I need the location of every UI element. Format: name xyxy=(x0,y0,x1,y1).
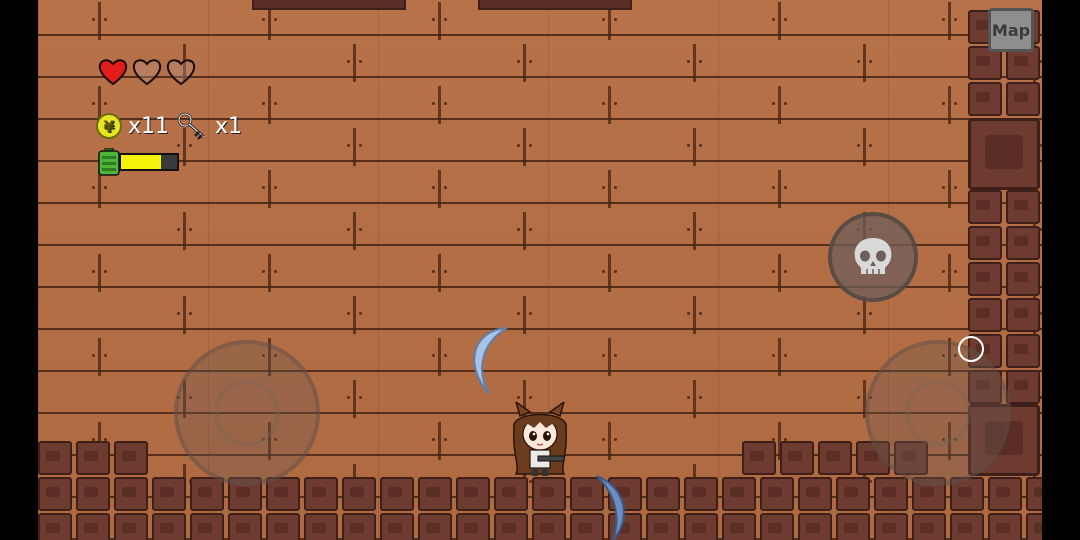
brick-tile xyxy=(1006,226,1040,260)
brick-tile xyxy=(798,477,832,511)
brick-tile xyxy=(742,441,776,475)
brick-tile xyxy=(304,477,338,511)
brick-tile xyxy=(968,190,1002,224)
brick-tile xyxy=(836,513,870,540)
heart-full-icon xyxy=(98,59,128,86)
brick-tile xyxy=(342,477,376,511)
brick-tile xyxy=(722,477,756,511)
move-joystick-knob[interactable] xyxy=(214,380,280,446)
brick-tile xyxy=(342,513,376,540)
brick-tile xyxy=(190,513,224,540)
brick-tile xyxy=(114,513,148,540)
brick-tile xyxy=(1006,370,1040,404)
brick-tile xyxy=(684,477,718,511)
brick-tile xyxy=(190,477,224,511)
top-wall-segment xyxy=(478,0,632,10)
brick-tile xyxy=(1026,513,1042,540)
brick-tile xyxy=(38,513,72,540)
key-count: x1 xyxy=(215,113,243,139)
brick-tile xyxy=(1006,298,1040,332)
top-wall-segment xyxy=(252,0,406,10)
blade-projectile xyxy=(473,327,508,395)
heart-empty-icon xyxy=(132,59,162,86)
brick-tile xyxy=(152,477,186,511)
brick-tile xyxy=(76,477,110,511)
brick-tile xyxy=(266,513,300,540)
brick-tile xyxy=(456,477,490,511)
move-joystick[interactable] xyxy=(174,340,320,486)
coin-count: x11 xyxy=(128,113,170,139)
brick-tile xyxy=(76,513,110,540)
energy-bar-fill xyxy=(121,155,162,169)
brick-tile xyxy=(760,477,794,511)
brick-tile xyxy=(456,513,490,540)
brick-tile xyxy=(266,477,300,511)
brick-tile xyxy=(1006,82,1040,116)
brick-tile xyxy=(114,477,148,511)
brick-tile xyxy=(968,262,1002,296)
brick-tile xyxy=(780,441,814,475)
brick-tile xyxy=(1006,190,1040,224)
heart-empty-icon xyxy=(166,59,196,86)
brick-tile xyxy=(418,513,452,540)
brick-tile xyxy=(418,477,452,511)
brick-tile xyxy=(1006,334,1040,368)
brick-tile xyxy=(1006,262,1040,296)
brick-tile xyxy=(380,477,414,511)
brick-tile xyxy=(532,477,566,511)
brick-tile xyxy=(988,477,1022,511)
brick-tile xyxy=(912,513,946,540)
skill-button[interactable] xyxy=(828,212,918,302)
touch-cursor xyxy=(958,336,984,362)
health-hearts xyxy=(98,58,196,86)
brick-tile xyxy=(950,513,984,540)
brick-tile xyxy=(874,477,908,511)
brick-tile xyxy=(836,477,870,511)
brick-tile xyxy=(760,513,794,540)
battery-icon xyxy=(98,148,120,176)
brick-tile xyxy=(968,226,1002,260)
brick-tile xyxy=(152,513,186,540)
blade-projectile xyxy=(596,475,625,540)
brick-tile xyxy=(684,513,718,540)
brick-tile xyxy=(494,513,528,540)
brick-tile xyxy=(646,477,680,511)
brick-tile xyxy=(114,441,148,475)
brick-tile xyxy=(38,477,72,511)
brick-tile xyxy=(494,477,528,511)
energy-bar xyxy=(119,153,179,171)
brick-tile xyxy=(988,513,1022,540)
brick-tile xyxy=(1026,477,1042,511)
brick-tile xyxy=(380,513,414,540)
brick-tile xyxy=(38,441,72,475)
brick-tile xyxy=(76,441,110,475)
map-button[interactable]: Map xyxy=(988,8,1034,52)
wall-block xyxy=(968,118,1040,190)
key-icon xyxy=(177,112,205,140)
brick-tile xyxy=(304,513,338,540)
brick-tile xyxy=(646,513,680,540)
brick-tile xyxy=(798,513,832,540)
brick-tile xyxy=(532,513,566,540)
brick-tile xyxy=(968,82,1002,116)
brick-tile xyxy=(228,513,262,540)
brick-tile xyxy=(874,513,908,540)
brick-tile xyxy=(722,513,756,540)
brick-tile xyxy=(818,441,852,475)
coin-icon: ¥ xyxy=(96,113,122,139)
player-character xyxy=(512,402,568,476)
skull-icon xyxy=(854,238,892,274)
aim-joystick[interactable] xyxy=(865,340,1011,486)
inventory-counters: ¥ x11 x1 xyxy=(96,112,242,140)
aim-joystick-knob[interactable] xyxy=(905,380,971,446)
energy-meter xyxy=(98,148,179,176)
brick-tile xyxy=(968,298,1002,332)
